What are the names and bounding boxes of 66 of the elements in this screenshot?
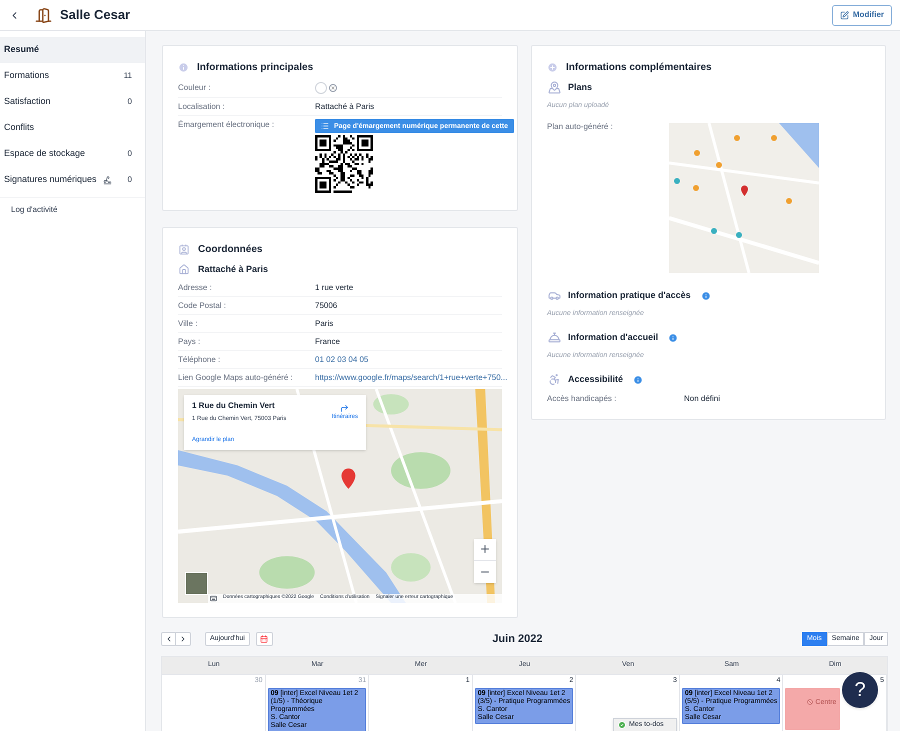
field-label: Lien Google Maps auto-généré :	[178, 372, 294, 382]
next-button[interactable]	[176, 632, 191, 646]
field-link[interactable]: 01 02 03 04 05	[315, 354, 368, 364]
field-label: Émargement électronique :	[178, 119, 276, 130]
house-icon	[178, 264, 190, 276]
map-pin-icon	[547, 81, 562, 94]
section-title: Accessibilité	[568, 373, 624, 386]
card-title: Coordonnées	[198, 243, 262, 257]
wheelchair-icon	[547, 373, 562, 386]
qr-code	[315, 135, 373, 193]
sidebar-item[interactable]: Conflits	[0, 115, 145, 141]
chevron-right-icon	[179, 635, 187, 643]
door-icon	[35, 6, 52, 24]
field-value: Non défini	[684, 392, 720, 404]
field-value: 75006	[315, 300, 338, 310]
field-label: Code Postal :	[178, 300, 228, 310]
field-label: Couleur :	[178, 82, 212, 93]
plus-icon	[479, 543, 491, 555]
sidebar-item[interactable]: Espace de stockage 0	[0, 141, 145, 167]
field-label: Localisation :	[178, 101, 226, 112]
calendar-icon	[260, 635, 268, 643]
section-title: Information pratique d'accès	[568, 289, 691, 302]
section-title: Information d'accueil	[568, 331, 658, 344]
field-value: Rattaché à Paris	[315, 101, 374, 112]
edit-button[interactable]: Modifier	[832, 4, 892, 26]
signature-icon	[102, 176, 113, 184]
info-icon	[633, 374, 644, 385]
previous-button[interactable]	[161, 632, 176, 646]
contact-card-icon	[178, 244, 190, 255]
clear-icon[interactable]	[329, 84, 337, 92]
section-title: Plans	[568, 81, 592, 94]
check-icon	[618, 721, 626, 729]
page-title: Salle Cesar	[60, 6, 130, 24]
keyboard-icon	[210, 594, 217, 602]
date-picker-button[interactable]	[256, 632, 273, 646]
field-label: Plan auto-généré :	[547, 121, 614, 133]
edit-icon	[840, 10, 849, 20]
info-icon	[178, 62, 189, 73]
place-title: 1 Rue du Chemin Vert	[192, 400, 276, 412]
map-layer-thumbnail[interactable]	[185, 572, 208, 594]
card-title: Informations complémentaires	[566, 61, 712, 75]
field-label: Adresse :	[178, 282, 213, 292]
field-label: Pays :	[178, 336, 202, 346]
bell-icon	[547, 331, 562, 344]
info-icon	[700, 290, 711, 301]
info-icon	[668, 332, 678, 343]
color-swatch[interactable]	[315, 82, 327, 94]
card-title: Informations principales	[197, 61, 314, 75]
field-value: Paris	[315, 318, 334, 328]
field-value: 1 rue verte	[315, 282, 354, 292]
field-label: Téléphone :	[178, 354, 222, 364]
sidebar-item[interactable]: Resumé	[0, 37, 145, 63]
list-icon	[321, 122, 329, 130]
section-title: Rattaché à Paris	[198, 263, 268, 276]
field-label: Ville :	[178, 318, 198, 328]
activity-log-link[interactable]: Log d'activité	[0, 204, 145, 216]
plus-icon	[547, 62, 558, 73]
calendar-title: Juin 2022	[491, 632, 544, 647]
sidebar-item[interactable]: Signatures numériques 0	[0, 167, 145, 193]
directions-icon	[340, 404, 350, 412]
ban-icon	[807, 699, 814, 705]
field-value: France	[315, 336, 340, 346]
field-label: Accès handicapés :	[547, 392, 618, 404]
sidebar-item[interactable]: Formations 11	[0, 63, 145, 89]
field-link[interactable]: https://www.google.fr/maps/search/1+rue+verte+750...	[315, 372, 508, 382]
sidebar-item[interactable]: Satisfaction 0	[0, 89, 145, 115]
